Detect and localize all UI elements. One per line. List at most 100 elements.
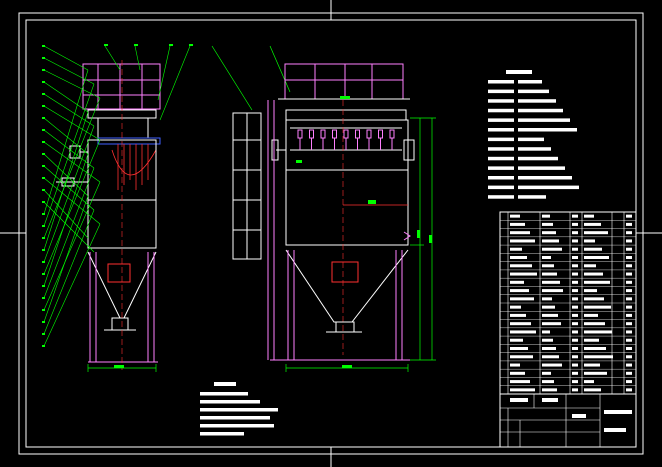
table-cell-spec	[542, 280, 560, 284]
spec-value	[518, 118, 570, 122]
table-cell-note	[626, 289, 632, 293]
table-cell-spec	[542, 289, 563, 293]
table-cell-note	[626, 313, 632, 317]
front-legs	[267, 100, 410, 361]
specification-block	[488, 70, 579, 199]
railing-leader	[269, 45, 291, 93]
front-pulse-valves	[297, 129, 395, 150]
spec-key	[488, 118, 514, 122]
table-cell-note	[626, 222, 632, 226]
table-cell-material	[584, 380, 594, 384]
table-cell-note	[626, 322, 632, 326]
table-cell-name	[510, 322, 531, 326]
table-cell-material	[584, 222, 601, 226]
table-cell-material	[584, 347, 606, 350]
leader-tag	[42, 225, 45, 227]
side-elevation-view	[56, 60, 161, 372]
table-cell-note	[626, 264, 632, 268]
table-cell-name	[510, 280, 524, 284]
spec-value	[518, 99, 556, 103]
ladder-leader	[211, 45, 253, 111]
table-cell-name	[510, 371, 525, 375]
pulse-valve	[355, 129, 360, 139]
spec-value	[518, 185, 579, 190]
table-cell-note	[626, 247, 632, 251]
table-cell-name	[510, 355, 533, 359]
table-cell-qty	[572, 231, 578, 235]
table-cell-name	[510, 264, 532, 268]
leader-line	[43, 45, 89, 71]
leader-tag	[42, 309, 45, 311]
table-cell-qty	[572, 305, 578, 309]
table-cell-qty	[572, 247, 578, 251]
table-cell-qty	[572, 371, 578, 375]
table-cell-spec	[542, 355, 559, 359]
pulse-valve	[332, 129, 337, 139]
leader-line	[159, 45, 191, 121]
title-field	[510, 398, 528, 402]
table-cell-qty	[572, 330, 578, 334]
leader-tag	[42, 345, 45, 347]
spec-value	[518, 156, 558, 161]
table-cell-material	[584, 289, 597, 293]
leader-tag	[42, 201, 45, 203]
leader-line	[43, 69, 89, 215]
side-filter-bags	[111, 144, 157, 190]
side-dimension	[87, 364, 157, 372]
title-field	[604, 410, 632, 414]
leader-line	[43, 129, 95, 169]
leader-tag	[42, 45, 45, 47]
leader-tag	[42, 177, 45, 179]
leader-tag	[42, 117, 45, 119]
spec-value	[518, 128, 577, 132]
table-cell-spec	[542, 347, 556, 350]
cad-drawing	[0, 0, 662, 467]
pulse-valve	[343, 129, 349, 139]
table-cell-spec	[542, 231, 556, 235]
parts-list-table	[499, 211, 637, 395]
table-cell-qty	[572, 355, 578, 359]
table-cell-name	[510, 214, 520, 218]
leader-tag	[42, 105, 45, 107]
front-inlet-arrow	[403, 231, 411, 241]
leader-tag	[42, 321, 45, 323]
leader-tag	[42, 57, 45, 59]
title-field	[572, 414, 586, 418]
table-cell-name	[510, 305, 521, 309]
table-cell-note	[626, 272, 632, 276]
pulse-valve	[389, 129, 395, 139]
spec-key	[488, 166, 514, 170]
table-cell-note	[626, 214, 632, 218]
table-cell-name	[510, 231, 530, 235]
leader-line	[43, 83, 95, 227]
leader-tag	[42, 213, 45, 215]
front-hopper	[285, 249, 409, 333]
table-cell-spec	[542, 371, 551, 375]
pulse-valve	[320, 129, 326, 139]
notes-heading	[214, 382, 236, 386]
table-cell-note	[626, 305, 632, 309]
table-cell-name	[510, 289, 529, 293]
table-cell-spec	[542, 297, 552, 301]
leader-line	[43, 81, 89, 113]
technical-notes	[200, 382, 278, 436]
spec-value	[518, 89, 549, 94]
table-cell-qty	[572, 338, 578, 342]
spec-key	[488, 156, 514, 161]
table-cell-qty	[572, 297, 578, 301]
spec-key	[488, 195, 514, 199]
table-cell-spec	[542, 380, 554, 384]
table-cell-name	[510, 363, 520, 367]
table-cell-spec	[542, 239, 559, 243]
leader-tag	[42, 141, 45, 143]
table-cell-qty	[572, 222, 578, 226]
table-cell-spec	[542, 247, 562, 251]
front-railing	[284, 63, 404, 100]
pulse-valve	[297, 129, 303, 139]
pulse-valve	[378, 129, 383, 139]
leader-tag	[42, 261, 45, 263]
table-cell-name	[510, 247, 522, 251]
table-cell-spec	[542, 272, 557, 276]
table-cell-spec	[542, 330, 550, 334]
table-cell-name	[510, 239, 535, 243]
